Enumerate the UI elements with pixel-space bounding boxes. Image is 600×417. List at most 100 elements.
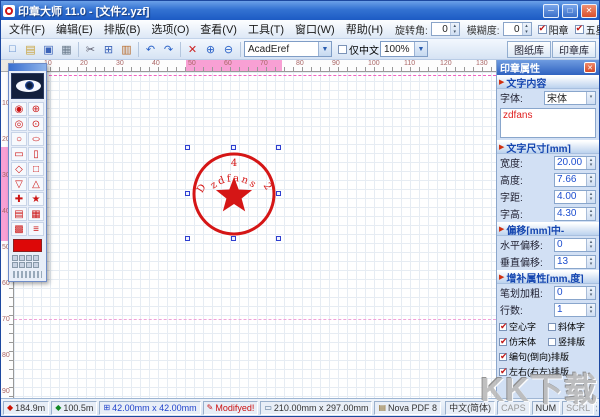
spinner-arrows-icon[interactable]: ▴▾ bbox=[586, 208, 595, 220]
zoom-out-icon[interactable]: ⊖ bbox=[220, 41, 237, 58]
selection-handle-e[interactable] bbox=[276, 191, 281, 196]
delete-icon[interactable]: ✕ bbox=[184, 41, 201, 58]
menu-layout[interactable]: 排版(B) bbox=[99, 20, 146, 38]
font-combo[interactable]: AcadEref ▼ bbox=[244, 41, 332, 57]
menu-file[interactable]: 文件(F) bbox=[4, 20, 50, 38]
copy-icon[interactable]: ⊞ bbox=[100, 41, 117, 58]
spinner-arrows-icon[interactable]: ▴▾ bbox=[586, 157, 595, 169]
menu-view[interactable]: 查看(V) bbox=[195, 20, 242, 38]
chevron-down-icon[interactable]: ▼ bbox=[414, 42, 427, 56]
seal-graphic[interactable]: 4 D 2 zdfans bbox=[189, 149, 279, 239]
width-stepper[interactable]: 20.00 ▴▾ bbox=[554, 156, 596, 170]
stroke-bold-stepper[interactable]: 0 ▴▾ bbox=[554, 286, 596, 300]
menu-help[interactable]: 帮助(H) bbox=[341, 20, 388, 38]
zoom-in-icon[interactable]: ⊕ bbox=[202, 41, 219, 58]
circle-select-tool-icon[interactable]: ◉ bbox=[11, 102, 27, 116]
checkbox-icon[interactable] bbox=[548, 323, 556, 331]
mini-swatch[interactable] bbox=[26, 262, 32, 268]
spinner-arrows-icon[interactable]: ▴▾ bbox=[586, 191, 595, 203]
spinner-arrows-icon[interactable]: ▴▾ bbox=[450, 23, 459, 35]
spinner-arrows-icon[interactable]: ▴▾ bbox=[586, 287, 595, 299]
hollow-text-toggle[interactable]: 空心字 bbox=[499, 320, 548, 333]
section-text-content[interactable]: ▶ 文字内容 bbox=[497, 75, 599, 89]
italic-text-toggle[interactable]: 斜体字 bbox=[548, 320, 597, 333]
chevron-down-icon[interactable]: ▼ bbox=[318, 42, 331, 56]
char-spacing-stepper[interactable]: 4.00 ▴▾ bbox=[554, 190, 596, 204]
palette-title-bar[interactable] bbox=[9, 64, 46, 71]
rect-tool-icon[interactable]: ▭ bbox=[11, 147, 27, 161]
drawing-library-button[interactable]: 图纸库 bbox=[507, 41, 551, 58]
spinner-arrows-icon[interactable]: ▴▾ bbox=[586, 174, 595, 186]
new-icon[interactable]: □ bbox=[4, 41, 21, 58]
rect-vertical-tool-icon[interactable]: ▯ bbox=[28, 147, 44, 161]
blur-stepper[interactable]: 0 ▴▾ bbox=[503, 22, 532, 36]
font-select[interactable]: 宋体 ▾ bbox=[544, 91, 596, 105]
checkbox-icon[interactable] bbox=[499, 353, 507, 361]
spinner-arrows-icon[interactable]: ▴▾ bbox=[586, 256, 595, 268]
spinner-arrows-icon[interactable]: ▴▾ bbox=[522, 23, 531, 35]
height-stepper[interactable]: 7.66 ▴▾ bbox=[554, 173, 596, 187]
cut-icon[interactable]: ✂ bbox=[82, 41, 99, 58]
checkbox-icon[interactable] bbox=[538, 25, 547, 34]
crosshair-circle-tool-icon[interactable]: ⊕ bbox=[28, 102, 44, 116]
seal-library-button[interactable]: 印章库 bbox=[552, 41, 596, 58]
triangle-down-tool-icon[interactable]: ▽ bbox=[11, 177, 27, 191]
height-value[interactable]: 7.66 bbox=[555, 174, 586, 186]
ellipse-tool-icon[interactable]: ○ bbox=[28, 132, 44, 146]
panel-title-bar[interactable]: 印章属性 ✕ bbox=[497, 60, 599, 75]
spinner-arrows-icon[interactable]: ▴▾ bbox=[586, 239, 595, 251]
dot-circle-tool-icon[interactable]: ⊙ bbox=[28, 117, 44, 131]
blur-value[interactable]: 0 bbox=[504, 24, 522, 35]
char-height-stepper[interactable]: 4.30 ▴▾ bbox=[554, 207, 596, 221]
seal-text-input[interactable]: zdfans bbox=[500, 108, 596, 138]
vertical-layout-toggle[interactable]: 竖排版 bbox=[548, 335, 597, 348]
paste-icon[interactable]: ▥ bbox=[118, 41, 135, 58]
mini-swatch[interactable] bbox=[19, 262, 25, 268]
selection-handle-s[interactable] bbox=[231, 236, 236, 241]
horizontal-ruler[interactable]: 10 20 30 40 50 60 70 80 90 100 110 120 1… bbox=[14, 60, 496, 72]
panel-close-icon[interactable]: ✕ bbox=[584, 62, 596, 73]
mini-swatch[interactable] bbox=[19, 255, 25, 261]
zoom-combo[interactable]: 100% ▼ bbox=[380, 41, 428, 57]
triangle-up-tool-icon[interactable]: △ bbox=[28, 177, 44, 191]
star-tool-icon[interactable]: ★ bbox=[28, 192, 44, 206]
cross-tool-icon[interactable]: ✚ bbox=[11, 192, 27, 206]
seal-object[interactable]: 4 D 2 zdfans bbox=[189, 149, 279, 239]
palette-grip[interactable] bbox=[13, 271, 42, 278]
section-text-size[interactable]: ▶ 文字尺寸[mm] bbox=[497, 140, 599, 154]
section-extra[interactable]: ▶ 增补属性[mm,度] bbox=[497, 270, 599, 284]
v-offset-value[interactable]: 13 bbox=[555, 256, 586, 268]
only-chinese-toggle[interactable]: 仅中文 bbox=[338, 42, 379, 57]
selection-handle-sw[interactable] bbox=[185, 236, 190, 241]
checkbox-icon[interactable] bbox=[499, 323, 507, 331]
minimize-button[interactable]: ─ bbox=[543, 4, 559, 18]
square-tool-icon[interactable]: □ bbox=[28, 162, 44, 176]
fangsong-toggle[interactable]: 仿宋体 bbox=[499, 335, 548, 348]
diamond-tool-icon[interactable]: ◇ bbox=[11, 162, 27, 176]
checkbox-icon[interactable] bbox=[575, 25, 584, 34]
color-swatch[interactable] bbox=[13, 239, 42, 252]
mini-swatch[interactable] bbox=[26, 255, 32, 261]
hatch-tool-icon[interactable]: ▩ bbox=[11, 222, 27, 236]
char-height-value[interactable]: 4.30 bbox=[555, 208, 586, 220]
close-button[interactable]: ✕ bbox=[581, 4, 597, 18]
ring-tool-icon[interactable]: ◎ bbox=[11, 117, 27, 131]
redo-icon[interactable]: ↷ bbox=[160, 41, 177, 58]
h-offset-value[interactable]: 0 bbox=[555, 239, 586, 251]
checkbox-icon[interactable] bbox=[499, 338, 507, 346]
toggle-five-star[interactable]: 五星 bbox=[575, 22, 600, 37]
mini-swatch[interactable] bbox=[33, 255, 39, 261]
chevron-down-icon[interactable]: ▾ bbox=[586, 92, 595, 104]
char-spacing-value[interactable]: 4.00 bbox=[555, 191, 586, 203]
circle-outline-tool-icon[interactable]: ○ bbox=[11, 132, 27, 146]
save-icon[interactable]: ▣ bbox=[40, 41, 57, 58]
design-canvas[interactable]: 4 D 2 zdfans bbox=[14, 72, 496, 398]
selection-handle-w[interactable] bbox=[185, 191, 190, 196]
menu-window[interactable]: 窗口(W) bbox=[290, 20, 340, 38]
toggle-yang-seal[interactable]: 阳章 bbox=[538, 22, 569, 37]
reverse-order-toggle[interactable]: 编句(倒向)排版 bbox=[499, 350, 597, 363]
grid-tool-icon[interactable]: ▦ bbox=[28, 207, 44, 221]
mini-swatch[interactable] bbox=[33, 262, 39, 268]
width-value[interactable]: 20.00 bbox=[555, 157, 586, 169]
lines-tool-icon[interactable]: ≡ bbox=[28, 222, 44, 236]
